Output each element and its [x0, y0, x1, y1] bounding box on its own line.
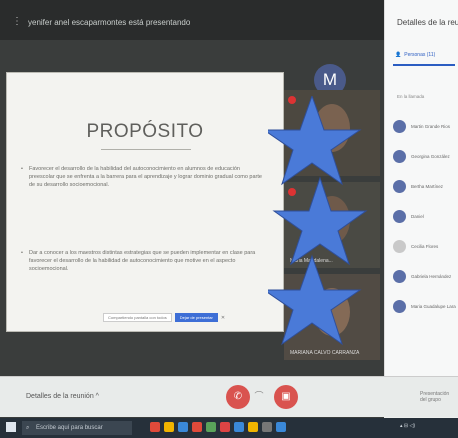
bottom-bar: Detalles de la reunión ^ ✆ ⌒ ▣ Presentac… [0, 376, 458, 417]
windows-start-icon[interactable] [6, 422, 16, 432]
avatar [393, 269, 406, 283]
close-icon[interactable]: ✕ [221, 315, 225, 321]
list-item[interactable]: Gabriela Hernández [393, 268, 458, 284]
avatar [393, 119, 406, 133]
taskbar-app-icon[interactable] [262, 422, 272, 432]
search-placeholder: Escribe aquí para buscar [36, 425, 103, 431]
taskbar-app-icon[interactable] [276, 422, 286, 432]
slide-bullet: • Favorecer el desarrollo de la habilida… [21, 165, 263, 189]
bullet-text: Dar a conocer a los maestros distintas e… [29, 250, 256, 272]
person-name: Georgina González [411, 153, 450, 159]
system-tray[interactable]: ▴ ⊟ ◁) [400, 423, 415, 429]
tab-label: Personas (11) [404, 52, 436, 58]
taskbar-app-icon[interactable] [150, 422, 160, 432]
meeting-details-button[interactable]: Detalles de la reunión ^ [26, 393, 99, 400]
meet-screen: ⋮ yenifer anel escaparmontes está presen… [0, 0, 458, 438]
avatar [393, 209, 406, 223]
people-icon: 👤 [395, 52, 402, 58]
person-name: Gabriela Hernández [411, 273, 452, 279]
person-name: Martin Grande Rios [411, 123, 451, 129]
taskbar-app-icon[interactable] [178, 422, 188, 432]
taskbar-apps [150, 422, 286, 432]
person-name: Bertha Martínez [411, 183, 444, 189]
taskbar-app-icon[interactable] [234, 422, 244, 432]
list-item[interactable]: Martin Grande Rios [393, 118, 458, 134]
hang-up-button[interactable]: ⌒ [252, 391, 266, 401]
camera-off-icon: ▣ [281, 391, 291, 402]
avatar [393, 299, 406, 313]
list-item[interactable]: Daniel [393, 208, 458, 224]
star-stickers [268, 96, 368, 346]
bullet-text: Favorecer el desarrollo de la habilidad … [29, 166, 262, 188]
taskbar-app-icon[interactable] [248, 422, 258, 432]
mic-toggle-button[interactable]: ✆ [226, 385, 250, 409]
present-bar: Compartiendo pantalla con todos Dejar de… [103, 313, 225, 322]
phone-icon: ⌒ [254, 391, 264, 401]
taskbar-app-icon[interactable] [206, 422, 216, 432]
star-icon [272, 176, 368, 266]
list-item[interactable]: Georgina González [393, 148, 458, 164]
presentation-label: Presentación del grupo [420, 391, 450, 403]
stop-presenting-button[interactable]: Dejar de presentar [174, 313, 218, 322]
taskbar-app-icon[interactable] [220, 422, 230, 432]
person-name: Daniel [411, 213, 424, 219]
avatar [393, 179, 406, 193]
camera-toggle-button[interactable]: ▣ [274, 385, 298, 409]
star-icon [268, 254, 362, 346]
avatar [393, 149, 406, 163]
mic-off-icon: ✆ [233, 391, 243, 402]
shared-slide: PROPÓSITO • Favorecer el desarrollo de l… [6, 72, 284, 332]
bullet-dot: • [21, 250, 23, 256]
list-item[interactable]: Cecilia Flores [393, 238, 458, 254]
search-icon: ⌕ [26, 425, 30, 431]
side-panel: Detalles de la reunión 👤 Personas (11) E… [384, 0, 458, 410]
chevron-up-icon: ^ [95, 393, 99, 400]
tab-people[interactable]: 👤 Personas (11) [395, 52, 435, 58]
presenting-label: yenifer anel escaparmontes está presenta… [28, 18, 191, 27]
list-item[interactable]: Maria Guadalupe Lara [393, 298, 458, 314]
person-name: Cecilia Flores [411, 243, 439, 249]
meeting-details-label: Detalles de la reunión [26, 393, 94, 400]
taskbar-app-icon[interactable] [192, 422, 202, 432]
section-label: En la llamada [397, 94, 425, 99]
slide-divider [101, 149, 191, 150]
panel-title: Detalles de la reunión [397, 18, 458, 27]
taskbar-app-icon[interactable] [164, 422, 174, 432]
list-item[interactable]: Bertha Martínez [393, 178, 458, 194]
bullet-dot: • [21, 166, 23, 172]
taskbar: ⌕ Escribe aquí para buscar ▴ ⊟ ◁) [0, 418, 458, 438]
avatar [393, 239, 406, 253]
more-icon[interactable]: ⋮ [12, 16, 22, 27]
tab-indicator [393, 64, 455, 66]
slide-title: PROPÓSITO [86, 121, 204, 142]
search-input[interactable]: ⌕ Escribe aquí para buscar [22, 421, 132, 435]
slide-bullet: • Dar a conocer a los maestros distintas… [21, 249, 263, 273]
star-icon [268, 96, 362, 186]
top-bar: ⋮ yenifer anel escaparmontes está presen… [0, 0, 384, 40]
present-bar-text: Compartiendo pantalla con todos [103, 313, 172, 322]
person-name: Maria Guadalupe Lara [411, 303, 456, 309]
